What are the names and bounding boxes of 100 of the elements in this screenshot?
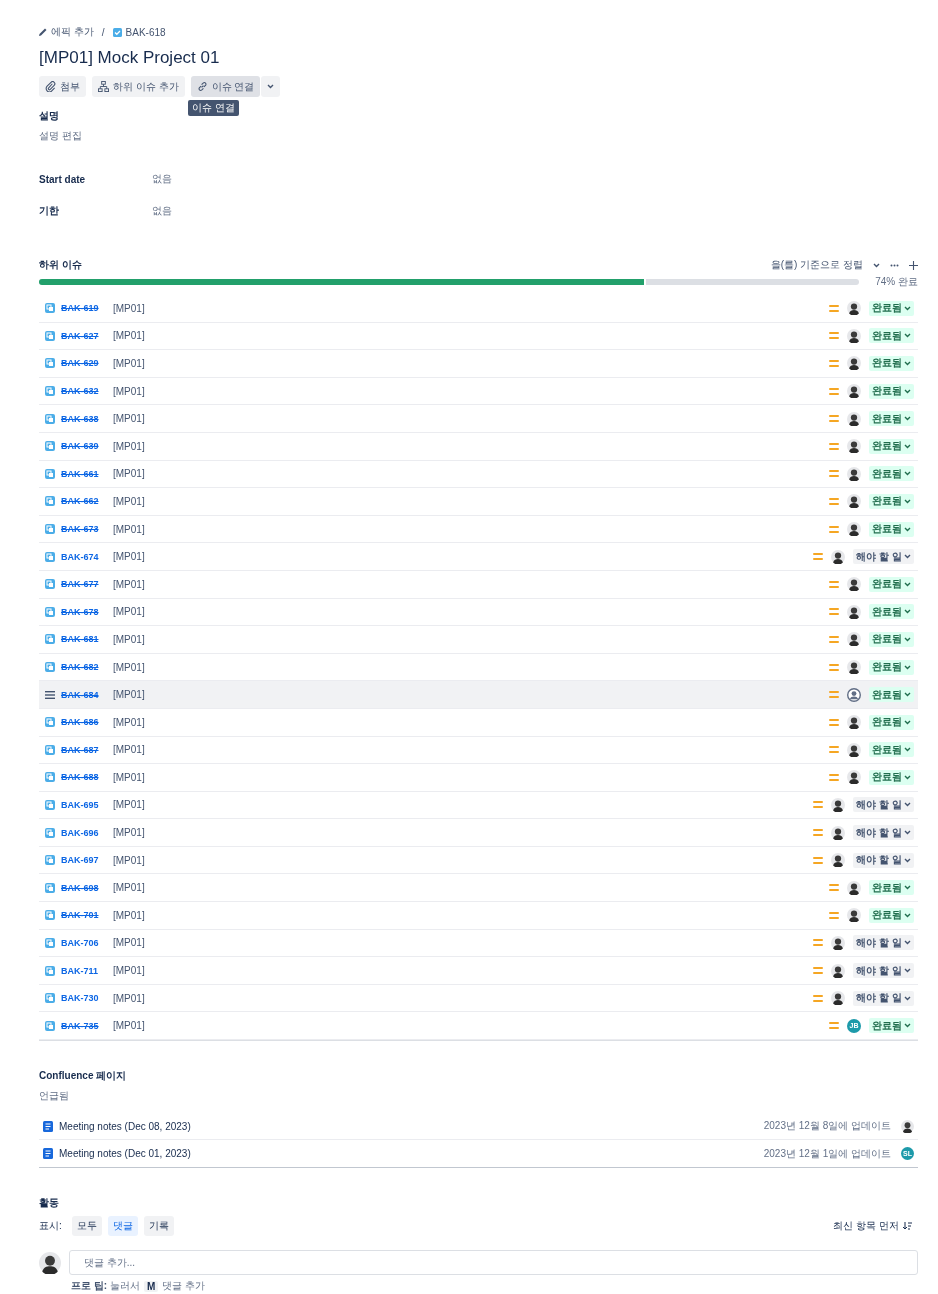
status-dropdown[interactable]: 해야 할 일: [853, 797, 914, 813]
issue-summary: [MP01]: [113, 909, 146, 921]
issue-row[interactable]: BAK-695 [MP01] 해야 할 일: [39, 791, 918, 820]
issue-row[interactable]: BAK-687 [MP01] 완료됨: [39, 736, 918, 765]
chevron-down-icon: [904, 636, 911, 642]
sort-dropdown[interactable]: 을(를) 기준으로 정렬: [770, 258, 880, 272]
issue-key-link[interactable]: BAK-701: [61, 910, 113, 921]
description-placeholder[interactable]: 설명 편집: [39, 129, 918, 143]
status-dropdown[interactable]: 해야 할 일: [853, 549, 914, 565]
status-dropdown[interactable]: 완료됨: [869, 714, 914, 730]
issue-row[interactable]: BAK-662 [MP01] 완료됨: [39, 488, 918, 516]
drag-handle-icon[interactable]: [45, 690, 55, 699]
add-epic-link[interactable]: 에픽 추가: [51, 25, 94, 39]
sort-button[interactable]: 최신 항목 먼저: [827, 1218, 918, 1235]
status-dropdown[interactable]: 완료됨: [869, 493, 914, 509]
status-dropdown[interactable]: 완료됨: [869, 769, 914, 785]
page-link[interactable]: Meeting notes (Dec 01, 2023): [59, 1148, 758, 1160]
issue-key-link[interactable]: BAK-678: [61, 606, 113, 617]
issue-key-link[interactable]: BAK-684: [61, 689, 113, 700]
status-dropdown[interactable]: 완료됨: [869, 300, 914, 316]
issue-key-link[interactable]: BAK-688: [61, 772, 113, 783]
issue-row[interactable]: BAK-627 [MP01] 완료됨: [39, 322, 918, 351]
issue-key-link[interactable]: BAK-682: [61, 662, 113, 672]
issue-row[interactable]: BAK-697 [MP01] 해야 할 일: [39, 846, 918, 875]
issue-row[interactable]: BAK-678 [MP01] 완료됨: [39, 598, 918, 627]
issue-key-link[interactable]: BAK-686: [61, 717, 113, 728]
issue-row[interactable]: BAK-681 [MP01] 완료됨: [39, 626, 918, 654]
status-dropdown[interactable]: 완료됨: [869, 466, 914, 482]
add-child-issue-button[interactable]: 하위 이슈 추가: [92, 76, 185, 97]
page-link[interactable]: Meeting notes (Dec 08, 2023): [59, 1120, 758, 1132]
issue-row[interactable]: BAK-677 [MP01] 완료됨: [39, 570, 918, 599]
status-dropdown[interactable]: 완료됨: [869, 604, 914, 620]
issue-key-link[interactable]: BAK-627: [61, 330, 113, 341]
issue-key-link[interactable]: BAK-711: [61, 965, 113, 976]
issue-row[interactable]: BAK-711 [MP01] 해야 할 일: [39, 957, 918, 985]
plus-icon[interactable]: [909, 260, 918, 270]
issue-row[interactable]: BAK-684 [MP01] 완료됨: [39, 681, 918, 709]
issue-key-link[interactable]: BAK-632: [61, 386, 113, 397]
status-dropdown[interactable]: 완료됨: [869, 576, 914, 592]
status-dropdown[interactable]: 해야 할 일: [853, 825, 914, 841]
issue-key-link[interactable]: BAK-638: [61, 413, 113, 424]
issue-row[interactable]: BAK-701 [MP01] 완료됨: [39, 902, 918, 930]
issue-key-link[interactable]: BAK-677: [61, 579, 113, 590]
status-dropdown[interactable]: 완료됨: [869, 1018, 914, 1034]
issue-row[interactable]: BAK-706 [MP01] 해야 할 일: [39, 929, 918, 958]
comment-field[interactable]: 댓글 추가...: [69, 1250, 918, 1276]
issue-row[interactable]: BAK-629 [MP01] 완료됨: [39, 350, 918, 378]
issue-key-link[interactable]: BAK-639: [61, 441, 113, 452]
issue-key-link[interactable]: BAK-687: [61, 744, 113, 755]
issue-key-link[interactable]: BAK-695: [61, 800, 113, 810]
issue-key-link[interactable]: BAK-681: [61, 634, 113, 645]
issue-row[interactable]: BAK-730 [MP01] 해야 할 일: [39, 984, 918, 1013]
issue-key-link[interactable]: BAK-673: [61, 524, 113, 535]
status-dropdown[interactable]: 완료됨: [869, 383, 914, 399]
status-dropdown[interactable]: 해야 할 일: [853, 990, 914, 1006]
issue-row[interactable]: BAK-639 [MP01] 완료됨: [39, 432, 918, 461]
issue-row[interactable]: BAK-619 [MP01] 완료됨: [39, 295, 918, 323]
status-dropdown[interactable]: 완료됨: [869, 438, 914, 454]
issue-row[interactable]: BAK-638 [MP01] 완료됨: [39, 405, 918, 433]
status-dropdown[interactable]: 해야 할 일: [853, 852, 914, 868]
status-dropdown[interactable]: 완료됨: [869, 411, 914, 427]
issue-key-link[interactable]: BAK-629: [61, 358, 113, 369]
field-value[interactable]: 없음: [152, 172, 918, 186]
issue-row[interactable]: BAK-673 [MP01] 완료됨: [39, 515, 918, 544]
filter-tab[interactable]: 기록: [143, 1216, 174, 1237]
status-dropdown[interactable]: 완료됨: [869, 631, 914, 647]
issue-key-link[interactable]: BAK-735: [61, 1020, 113, 1031]
status-dropdown[interactable]: 완료됨: [869, 742, 914, 758]
issue-row[interactable]: BAK-698 [MP01] 완료됨: [39, 874, 918, 903]
status-dropdown[interactable]: 완료됨: [869, 659, 914, 675]
issue-key-link[interactable]: BAK-661: [61, 468, 113, 479]
status-dropdown[interactable]: 완료됨: [869, 356, 914, 371]
issue-key-link[interactable]: BAK-618: [125, 26, 166, 38]
status-dropdown[interactable]: 해야 할 일: [853, 963, 914, 979]
issue-key-link[interactable]: BAK-696: [61, 827, 113, 838]
issue-row[interactable]: BAK-696 [MP01] 해야 할 일: [39, 819, 918, 847]
status-dropdown[interactable]: 완료됨: [869, 328, 914, 344]
issue-key-link[interactable]: BAK-662: [61, 496, 113, 507]
more-icon[interactable]: [890, 263, 899, 267]
issue-key-link[interactable]: BAK-674: [61, 551, 113, 562]
issue-key-link[interactable]: BAK-619: [61, 303, 113, 314]
attach-button[interactable]: 첨부: [39, 76, 86, 97]
status-dropdown[interactable]: 완료됨: [869, 687, 914, 703]
filter-tab[interactable]: 댓글: [107, 1216, 138, 1237]
issue-row[interactable]: BAK-686 [MP01] 완료됨: [39, 708, 918, 737]
issue-key-link[interactable]: BAK-730: [61, 993, 113, 1004]
issue-key-link[interactable]: BAK-698: [61, 882, 113, 893]
status-dropdown[interactable]: 완료됨: [869, 521, 914, 537]
issue-row[interactable]: BAK-674 [MP01] 해야 할 일: [39, 543, 918, 571]
status-dropdown[interactable]: 해야 할 일: [853, 935, 914, 951]
issue-key-link[interactable]: BAK-706: [61, 937, 113, 948]
status-dropdown[interactable]: 완료됨: [869, 907, 914, 923]
link-issue-button[interactable]: 이슈 연결: [190, 76, 261, 97]
filter-tab[interactable]: 모두: [71, 1216, 102, 1237]
issue-key-link[interactable]: BAK-697: [61, 855, 113, 866]
field-value[interactable]: 없음: [152, 204, 918, 218]
status-dropdown[interactable]: 완료됨: [869, 880, 914, 896]
issue-row[interactable]: BAK-688 [MP01] 완료됨: [39, 764, 918, 792]
issue-row[interactable]: BAK-632 [MP01] 완료됨: [39, 377, 918, 406]
issue-row[interactable]: BAK-661 [MP01] 완료됨: [39, 460, 918, 489]
